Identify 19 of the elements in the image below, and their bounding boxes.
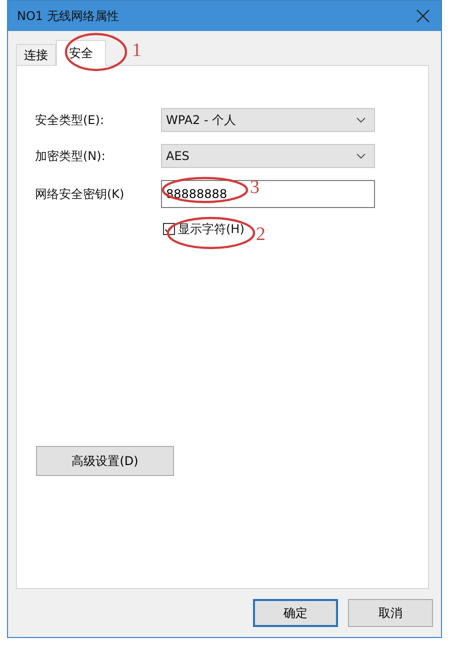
annotation-ellipse: [64, 32, 128, 72]
annotation-number: 1: [132, 41, 142, 60]
tab[interactable]: 连接: [16, 44, 56, 65]
checkbox[interactable]: 显示字符(H): [161, 220, 244, 238]
chevron-icon: [356, 153, 366, 159]
annotation-number: 3: [250, 178, 260, 197]
advanced-settings-button[interactable]: 高级设置(D): [36, 446, 174, 476]
field-label: 网络安全密钥(K): [35, 186, 126, 202]
chevron-icon: [356, 117, 366, 123]
dialog-button[interactable]: 取消: [348, 599, 433, 627]
window-title: NO1 无线网络属性: [17, 8, 119, 24]
tab[interactable]: 安全: [56, 40, 106, 66]
field-label: 加密类型(N):: [35, 148, 106, 164]
dialog-button[interactable]: 确定: [253, 599, 338, 627]
field-label: 安全类型(E):: [35, 112, 105, 128]
annotation-number: 2: [256, 225, 266, 244]
close-icon[interactable]: [416, 9, 430, 23]
dropdown[interactable]: WPA2 - 个人: [161, 108, 375, 132]
dropdown[interactable]: AES: [161, 144, 375, 168]
